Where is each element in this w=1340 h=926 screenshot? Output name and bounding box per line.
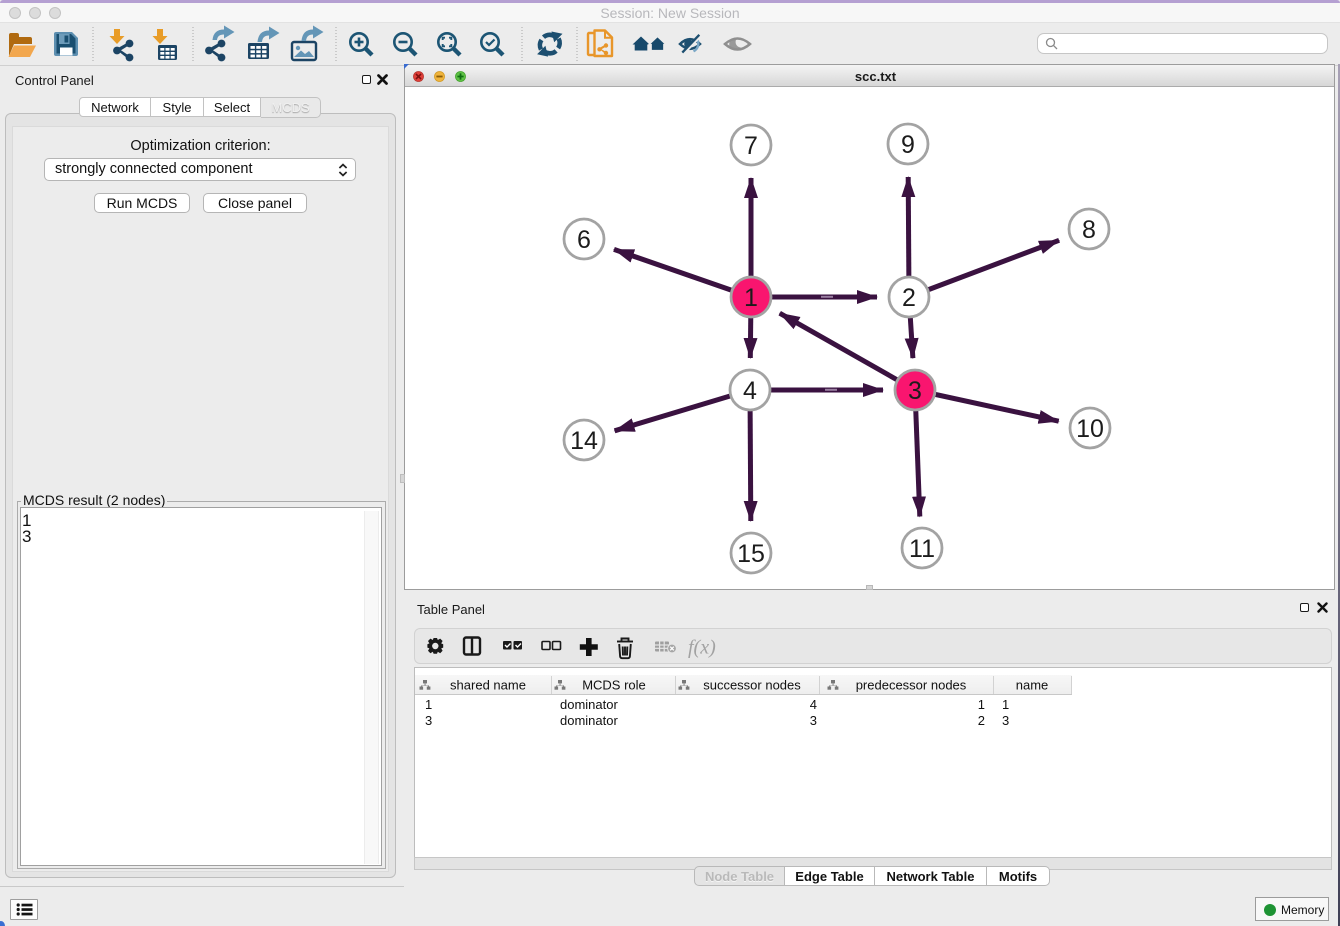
svg-text:predecessor nodes: predecessor nodes [856, 678, 967, 693]
svg-text:14: 14 [570, 427, 598, 455]
svg-text:successor nodes: successor nodes [703, 678, 801, 693]
svg-text:9: 9 [901, 131, 915, 159]
svg-text:15: 15 [737, 540, 765, 568]
svg-text:6: 6 [577, 226, 591, 254]
svg-text:name: name [1016, 678, 1049, 693]
svg-text:3: 3 [908, 377, 922, 405]
svg-text:f(x): f(x) [688, 637, 716, 659]
svg-text:4: 4 [743, 377, 757, 405]
svg-text:8: 8 [1082, 216, 1096, 244]
svg-text:7: 7 [744, 132, 758, 160]
svg-text:2: 2 [902, 284, 916, 312]
svg-text:MCDS role: MCDS role [582, 678, 646, 693]
svg-text:shared name: shared name [450, 678, 526, 693]
svg-text:11: 11 [909, 535, 935, 563]
svg-text:1: 1 [744, 284, 758, 312]
svg-text:10: 10 [1076, 415, 1104, 443]
